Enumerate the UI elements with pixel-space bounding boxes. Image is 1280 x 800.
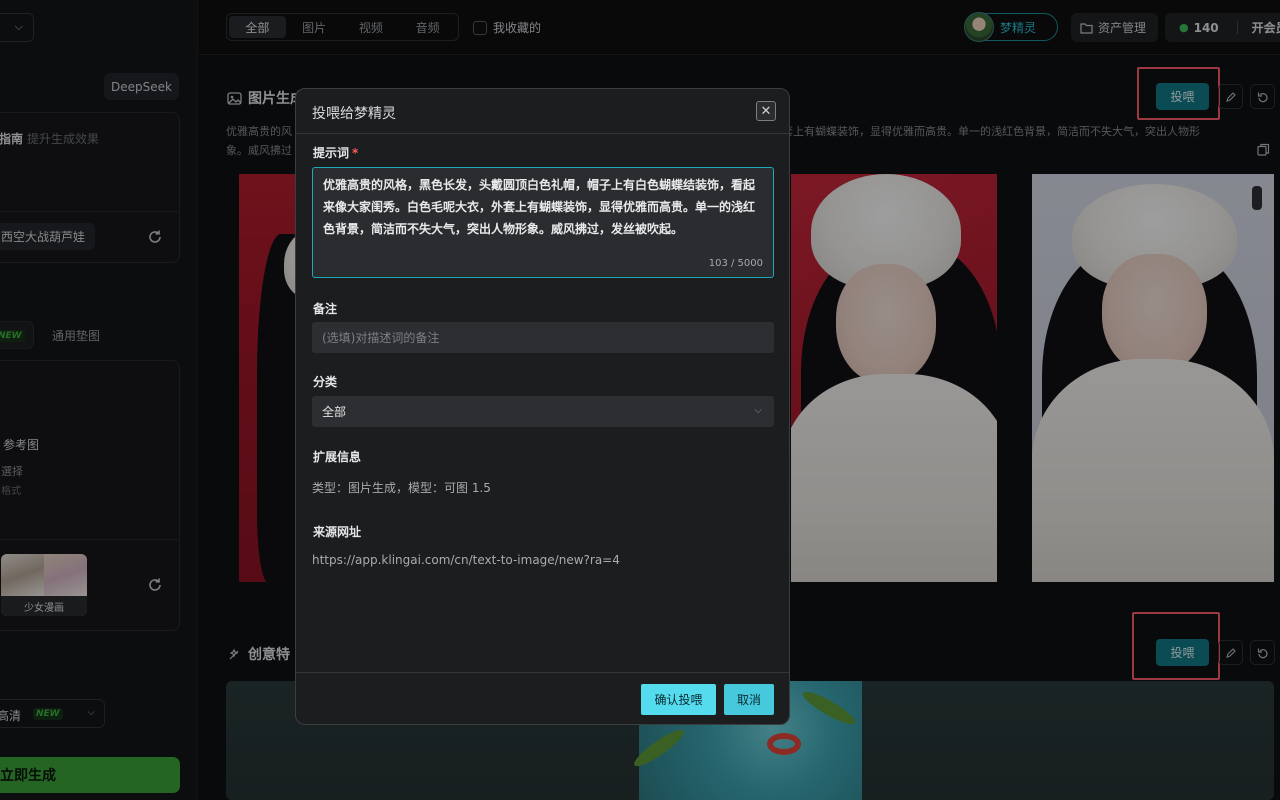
category-select[interactable]: 全部 ⌵ (312, 396, 774, 427)
chevron-down-icon: ⌵ (754, 405, 762, 416)
category-label: 分类 (313, 375, 338, 389)
prompt-label: 提示词 * (313, 146, 359, 160)
note-input[interactable]: (选填)对描述词的备注 (312, 322, 774, 353)
dialog-title: 投喂给梦精灵 (312, 106, 396, 122)
source-url-label: 来源网址 (313, 525, 362, 539)
char-counter: 103 / 5000 (708, 258, 763, 269)
extension-info-label: 扩展信息 (313, 450, 362, 464)
prompt-text: 优雅高贵的风格，黑色长发，头戴圆顶白色礼帽，帽子上有白色蝴蝶结装饰，看起来像大家… (323, 178, 756, 236)
source-url-value: https://app.klingai.com/cn/text-to-image… (312, 553, 620, 567)
feed-dialog: 投喂给梦精灵 ✕ 提示词 * 优雅高贵的风格，黑色长发，头戴圆顶白色礼帽，帽子上有… (295, 88, 790, 725)
dialog-header: 投喂给梦精灵 ✕ (296, 89, 789, 134)
note-label: 备注 (313, 302, 338, 316)
extension-info-value: 类型：图片生成，模型：可图 1.5 (312, 481, 491, 495)
cancel-button[interactable]: 取消 (724, 684, 774, 715)
prompt-textarea[interactable]: 优雅高贵的风格，黑色长发，头戴圆顶白色礼帽，帽子上有白色蝴蝶结装饰，看起来像大家… (312, 167, 774, 278)
dialog-footer: 确认投喂 取消 (296, 672, 789, 724)
confirm-feed-button[interactable]: 确认投喂 (641, 684, 716, 715)
close-icon[interactable]: ✕ (756, 101, 776, 121)
